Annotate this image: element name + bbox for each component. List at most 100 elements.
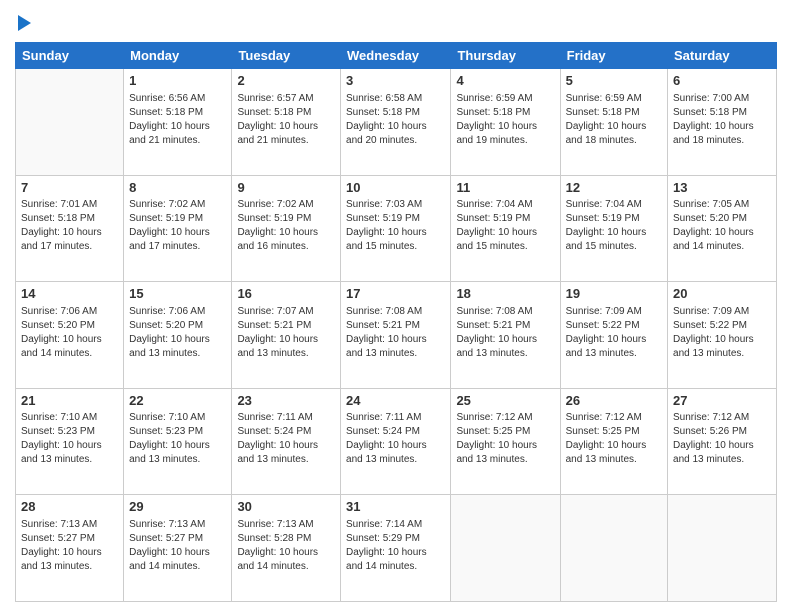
week-row-5: 28 Sunrise: 7:13 AMSunset: 5:27 PMDayligh… [16,495,777,602]
calendar-cell: 6 Sunrise: 7:00 AMSunset: 5:18 PMDaylight… [668,69,777,176]
calendar-cell: 19Sunrise: 7:09 AMSunset: 5:22 PMDayligh… [560,282,667,389]
calendar-cell: 5 Sunrise: 6:59 AMSunset: 5:18 PMDaylight… [560,69,667,176]
cell-content: Sunrise: 7:01 AMSunset: 5:18 PMDaylight:… [21,198,118,254]
day-number: 20 [673,285,771,303]
calendar-cell: 1 Sunrise: 6:56 AMSunset: 5:18 PMDaylight… [124,69,232,176]
calendar-cell: 16 Sunrise: 7:07 AMSunset: 5:21 PMDayligh… [232,282,341,389]
weekday-header-tuesday: Tuesday [232,43,341,69]
calendar-cell: 9Sunrise: 7:02 AMSunset: 5:19 PMDaylight… [232,175,341,282]
day-number: 30 [237,498,335,516]
cell-content: Sunrise: 7:09 AMSunset: 5:22 PMDaylight:… [673,305,771,361]
day-number: 10 [346,179,445,197]
cell-content: Sunrise: 7:12 AMSunset: 5:25 PMDaylight:… [456,411,554,467]
cell-content: Sunrise: 6:57 AMSunset: 5:18 PMDaylight:… [237,92,335,148]
weekday-header-thursday: Thursday [451,43,560,69]
cell-content: Sunrise: 6:58 AMSunset: 5:18 PMDaylight:… [346,92,445,148]
logo [15,10,31,34]
calendar-cell: 26Sunrise: 7:12 AMSunset: 5:25 PMDayligh… [560,388,667,495]
week-row-2: 7Sunrise: 7:01 AMSunset: 5:18 PMDaylight… [16,175,777,282]
cell-content: Sunrise: 7:02 AMSunset: 5:19 PMDaylight:… [129,198,226,254]
calendar-cell: 3 Sunrise: 6:58 AMSunset: 5:18 PMDaylight… [341,69,451,176]
day-number: 7 [21,179,118,197]
cell-content: Sunrise: 7:10 AMSunset: 5:23 PMDaylight:… [129,411,226,467]
day-number: 1 [129,72,226,90]
calendar-cell: 21Sunrise: 7:10 AMSunset: 5:23 PMDayligh… [16,388,124,495]
calendar-cell: 28Sunrise: 7:13 AMSunset: 5:27 PMDayligh… [16,495,124,602]
cell-content: Sunrise: 7:14 AMSunset: 5:29 PMDaylight:… [346,518,445,574]
day-number: 24 [346,392,445,410]
cell-content: Sunrise: 7:11 AMSunset: 5:24 PMDaylight:… [237,411,335,467]
calendar-cell: 10Sunrise: 7:03 AMSunset: 5:19 PMDayligh… [341,175,451,282]
day-number: 31 [346,498,445,516]
calendar-cell: 17Sunrise: 7:08 AMSunset: 5:21 PMDayligh… [341,282,451,389]
day-number: 26 [566,392,662,410]
day-number: 5 [566,72,662,90]
day-number: 13 [673,179,771,197]
cell-content: Sunrise: 7:12 AMSunset: 5:26 PMDaylight:… [673,411,771,467]
cell-content: Sunrise: 6:59 AMSunset: 5:18 PMDaylight:… [456,92,554,148]
calendar-cell: 15Sunrise: 7:06 AMSunset: 5:20 PMDayligh… [124,282,232,389]
weekday-header-friday: Friday [560,43,667,69]
weekday-header-sunday: Sunday [16,43,124,69]
calendar-cell: 22Sunrise: 7:10 AMSunset: 5:23 PMDayligh… [124,388,232,495]
calendar-cell: 2 Sunrise: 6:57 AMSunset: 5:18 PMDaylight… [232,69,341,176]
cell-content: Sunrise: 7:11 AMSunset: 5:24 PMDaylight:… [346,411,445,467]
day-number: 14 [21,285,118,303]
cell-content: Sunrise: 7:00 AMSunset: 5:18 PMDaylight:… [673,92,771,148]
main-container: SundayMondayTuesdayWednesdayThursdayFrid… [0,0,792,612]
calendar-cell: 7Sunrise: 7:01 AMSunset: 5:18 PMDaylight… [16,175,124,282]
cell-content: Sunrise: 6:59 AMSunset: 5:18 PMDaylight:… [566,92,662,148]
cell-content: Sunrise: 6:56 AMSunset: 5:18 PMDaylight:… [129,92,226,148]
day-number: 23 [237,392,335,410]
day-number: 18 [456,285,554,303]
calendar-cell: 23Sunrise: 7:11 AMSunset: 5:24 PMDayligh… [232,388,341,495]
day-number: 2 [237,72,335,90]
calendar-cell: 20 Sunrise: 7:09 AMSunset: 5:22 PMDayligh… [668,282,777,389]
day-number: 25 [456,392,554,410]
cell-content: Sunrise: 7:07 AMSunset: 5:21 PMDaylight:… [237,305,335,361]
day-number: 3 [346,72,445,90]
calendar-cell: 13Sunrise: 7:05 AMSunset: 5:20 PMDayligh… [668,175,777,282]
day-number: 8 [129,179,226,197]
weekday-header-saturday: Saturday [668,43,777,69]
day-number: 16 [237,285,335,303]
cell-content: Sunrise: 7:08 AMSunset: 5:21 PMDaylight:… [456,305,554,361]
day-number: 15 [129,285,226,303]
calendar-cell: 31 Sunrise: 7:14 AMSunset: 5:29 PMDayligh… [341,495,451,602]
calendar-cell: 11Sunrise: 7:04 AMSunset: 5:19 PMDayligh… [451,175,560,282]
cell-content: Sunrise: 7:13 AMSunset: 5:27 PMDaylight:… [129,518,226,574]
calendar-cell: 18 Sunrise: 7:08 AMSunset: 5:21 PMDayligh… [451,282,560,389]
calendar-cell: 24Sunrise: 7:11 AMSunset: 5:24 PMDayligh… [341,388,451,495]
calendar-cell: 30Sunrise: 7:13 AMSunset: 5:28 PMDayligh… [232,495,341,602]
day-number: 9 [237,179,335,197]
cell-content: Sunrise: 7:05 AMSunset: 5:20 PMDaylight:… [673,198,771,254]
day-number: 28 [21,498,118,516]
week-row-1: 1 Sunrise: 6:56 AMSunset: 5:18 PMDaylight… [16,69,777,176]
header [15,10,777,34]
weekday-header-row: SundayMondayTuesdayWednesdayThursdayFrid… [16,43,777,69]
day-number: 12 [566,179,662,197]
calendar-cell [560,495,667,602]
cell-content: Sunrise: 7:02 AMSunset: 5:19 PMDaylight:… [237,198,335,254]
logo-arrow-icon [18,15,31,31]
weekday-header-wednesday: Wednesday [341,43,451,69]
cell-content: Sunrise: 7:12 AMSunset: 5:25 PMDaylight:… [566,411,662,467]
calendar-cell [16,69,124,176]
cell-content: Sunrise: 7:04 AMSunset: 5:19 PMDaylight:… [566,198,662,254]
calendar-cell: 4 Sunrise: 6:59 AMSunset: 5:18 PMDaylight… [451,69,560,176]
calendar-cell: 12Sunrise: 7:04 AMSunset: 5:19 PMDayligh… [560,175,667,282]
day-number: 4 [456,72,554,90]
calendar-cell: 27Sunrise: 7:12 AMSunset: 5:26 PMDayligh… [668,388,777,495]
cell-content: Sunrise: 7:08 AMSunset: 5:21 PMDaylight:… [346,305,445,361]
calendar-cell: 25Sunrise: 7:12 AMSunset: 5:25 PMDayligh… [451,388,560,495]
day-number: 11 [456,179,554,197]
cell-content: Sunrise: 7:03 AMSunset: 5:19 PMDaylight:… [346,198,445,254]
week-row-4: 21Sunrise: 7:10 AMSunset: 5:23 PMDayligh… [16,388,777,495]
cell-content: Sunrise: 7:10 AMSunset: 5:23 PMDaylight:… [21,411,118,467]
calendar-cell: 14Sunrise: 7:06 AMSunset: 5:20 PMDayligh… [16,282,124,389]
day-number: 21 [21,392,118,410]
day-number: 27 [673,392,771,410]
day-number: 6 [673,72,771,90]
day-number: 19 [566,285,662,303]
calendar-cell [668,495,777,602]
